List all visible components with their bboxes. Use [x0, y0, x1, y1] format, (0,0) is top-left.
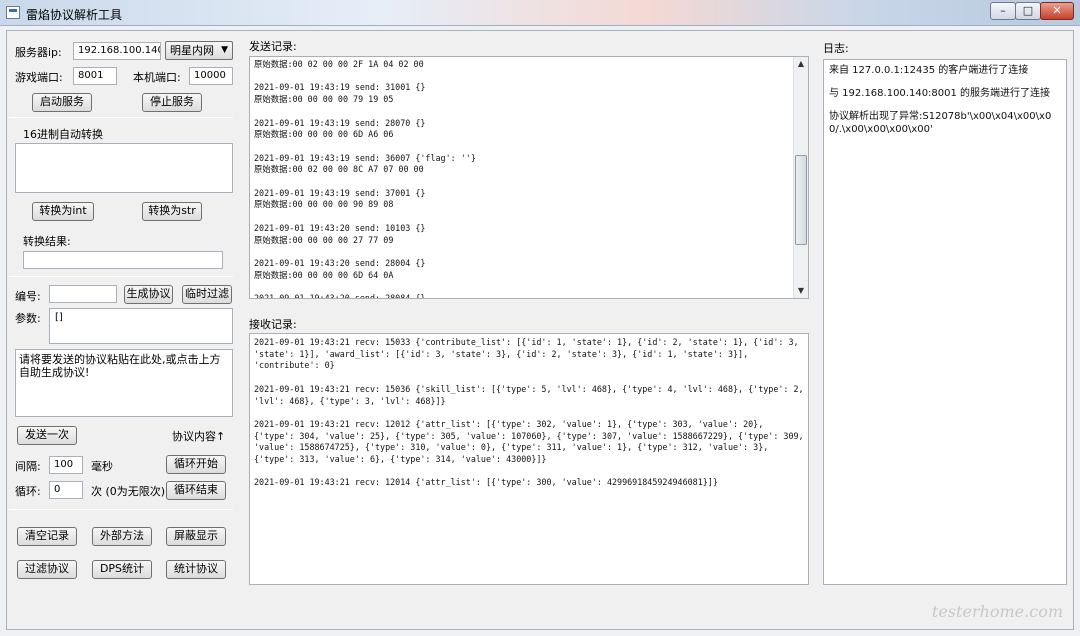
local-port-label: 本机端口:: [133, 71, 181, 84]
loop-unit: 次 (0为无限次): [91, 485, 166, 498]
number-label: 编号:: [15, 290, 41, 303]
send-record-line: [254, 281, 804, 293]
interval-label: 间隔:: [15, 460, 41, 473]
log-pane[interactable]: 来自 127.0.0.1:12435 的客户端进行了连接与 192.168.10…: [823, 59, 1067, 585]
scroll-down-icon[interactable]: ▼: [794, 284, 808, 298]
watermark: testerhome.com: [931, 602, 1063, 621]
recv-record-entry: 2021-09-01 19:43:21 recv: 12014 {'attr_l…: [254, 477, 718, 488]
send-record-line: 原始数据:00 02 00 00 2F 1A 04 02 00: [254, 59, 424, 69]
dps-stats-button[interactable]: DPS统计: [92, 560, 152, 579]
window-title: 雷焰协议解析工具: [26, 8, 123, 22]
protocol-input-area[interactable]: 请将要发送的协议粘贴在此处,或点击上方自助生成协议!: [15, 349, 233, 417]
maximize-button[interactable]: □: [1015, 2, 1041, 20]
send-record-line: [254, 246, 804, 258]
divider: [9, 117, 233, 118]
mask-display-button[interactable]: 屏蔽显示: [166, 527, 226, 546]
log-line: 协议解析出现了异常:S12078b'\x00\x04\x00\x00/.\x00…: [829, 111, 1052, 135]
chevron-down-icon: ▼: [221, 45, 228, 55]
close-button[interactable]: ✕: [1040, 2, 1074, 20]
interval-input[interactable]: 100: [49, 456, 83, 474]
recv-records-label: 接收记录:: [249, 318, 297, 331]
network-select[interactable]: 明星内网 ▼: [165, 41, 233, 60]
to-str-button[interactable]: 转换为str: [142, 202, 202, 221]
send-record-line: [254, 71, 804, 83]
send-record-line: [254, 176, 804, 188]
recv-records-text: 2021-09-01 19:43:21 recv: 15033 {'contri…: [254, 337, 804, 489]
send-record-line: 2021-09-01 19:43:19 send: 37001 {}: [254, 187, 426, 198]
send-record-line: [254, 141, 804, 153]
send-once-button[interactable]: 发送一次: [17, 426, 77, 445]
send-record-line: 原始数据:00 00 00 00 6D 64 0A: [254, 269, 394, 280]
send-record-line: 2021-09-01 19:43:19 send: 28070 {}: [254, 117, 426, 128]
network-select-value: 明星内网: [170, 44, 214, 57]
log-line: 来自 127.0.0.1:12435 的客户端进行了连接: [829, 65, 1029, 76]
send-record-line: 2021-09-01 19:43:20 send: 28084 {}: [254, 293, 426, 299]
server-ip-input[interactable]: 192.168.100.140: [73, 42, 161, 60]
interval-unit: 毫秒: [91, 460, 113, 473]
app-icon: [6, 6, 20, 19]
log-text: 来自 127.0.0.1:12435 的客户端进行了连接与 192.168.10…: [829, 64, 1061, 136]
client-area: 服务器ip: 192.168.100.140 明星内网 ▼ 游戏端口: 8001…: [6, 30, 1074, 630]
params-label: 参数:: [15, 312, 41, 325]
send-record-line: 原始数据:00 00 00 00 6D A6 06: [254, 129, 394, 140]
send-record-line: 2021-09-01 19:43:20 send: 28004 {}: [254, 257, 426, 268]
divider: [9, 276, 233, 277]
send-record-line: 2021-09-01 19:43:19 send: 31001 {}: [254, 82, 426, 93]
send-record-line: 2021-09-01 19:43:19 send: 36007 {'flag':…: [254, 152, 476, 163]
loop-label: 循环:: [15, 485, 41, 498]
server-ip-label: 服务器ip:: [15, 46, 62, 59]
clear-records-button[interactable]: 清空记录: [17, 527, 77, 546]
divider: [9, 509, 233, 510]
stats-protocol-button[interactable]: 统计协议: [166, 560, 226, 579]
convert-result-field[interactable]: [23, 251, 223, 269]
external-method-button[interactable]: 外部方法: [92, 527, 152, 546]
loop-end-button[interactable]: 循环结束: [166, 481, 226, 500]
stop-service-button[interactable]: 停止服务: [142, 93, 202, 112]
send-records-text: 原始数据:00 02 00 00 2F 1A 04 02 00 2021-09-…: [250, 57, 808, 299]
send-records-label: 发送记录:: [249, 40, 297, 53]
send-record-line: [254, 106, 804, 118]
scroll-up-icon[interactable]: ▲: [794, 57, 808, 71]
scroll-thumb[interactable]: [795, 155, 807, 245]
hex-auto-label: 16进制自动转换: [23, 128, 103, 141]
generate-protocol-button[interactable]: 生成协议: [124, 285, 173, 304]
filter-protocol-button[interactable]: 过滤协议: [17, 560, 77, 579]
send-record-line: 原始数据:00 00 00 00 27 77 09: [254, 234, 394, 245]
loop-input[interactable]: 0: [49, 481, 83, 499]
send-record-line: [254, 211, 804, 223]
recv-records-pane[interactable]: 2021-09-01 19:43:21 recv: 15033 {'contri…: [249, 333, 809, 585]
minimize-button[interactable]: –: [990, 2, 1016, 20]
temp-filter-button[interactable]: 临时过滤: [182, 285, 232, 304]
recv-record-entry: 2021-09-01 19:43:21 recv: 15036 {'skill_…: [254, 383, 809, 406]
recv-record-entry: 2021-09-01 19:43:21 recv: 12012 {'attr_l…: [254, 418, 809, 464]
log-label: 日志:: [823, 42, 849, 55]
start-service-button[interactable]: 启动服务: [32, 93, 92, 112]
title-bar: 雷焰协议解析工具 – □ ✕: [0, 0, 1080, 26]
send-scrollbar[interactable]: ▲ ▼: [793, 57, 808, 298]
game-port-input[interactable]: 8001: [73, 67, 117, 85]
send-record-line: 2021-09-01 19:43:20 send: 10103 {}: [254, 222, 426, 233]
recv-record-entry: 2021-09-01 19:43:21 recv: 15033 {'contri…: [254, 337, 804, 371]
local-port-input[interactable]: 10000: [189, 67, 233, 85]
convert-result-label: 转换结果:: [23, 235, 71, 248]
send-record-line: 原始数据:00 02 00 00 8C A7 07 00 00: [254, 164, 424, 175]
params-input[interactable]: []: [49, 308, 233, 344]
number-input[interactable]: [49, 285, 117, 303]
game-port-label: 游戏端口:: [15, 71, 63, 84]
loop-start-button[interactable]: 循环开始: [166, 455, 226, 474]
hex-input-area[interactable]: [15, 143, 233, 193]
protocol-content-label: 协议内容↑: [172, 430, 226, 443]
send-records-pane[interactable]: 原始数据:00 02 00 00 2F 1A 04 02 00 2021-09-…: [249, 56, 809, 299]
send-record-line: 原始数据:00 00 00 00 90 89 08: [254, 199, 394, 210]
log-line: 与 192.168.100.140:8001 的服务端进行了连接: [829, 88, 1051, 99]
send-record-line: 原始数据:00 00 00 00 79 19 05: [254, 94, 394, 105]
to-int-button[interactable]: 转换为int: [32, 202, 94, 221]
